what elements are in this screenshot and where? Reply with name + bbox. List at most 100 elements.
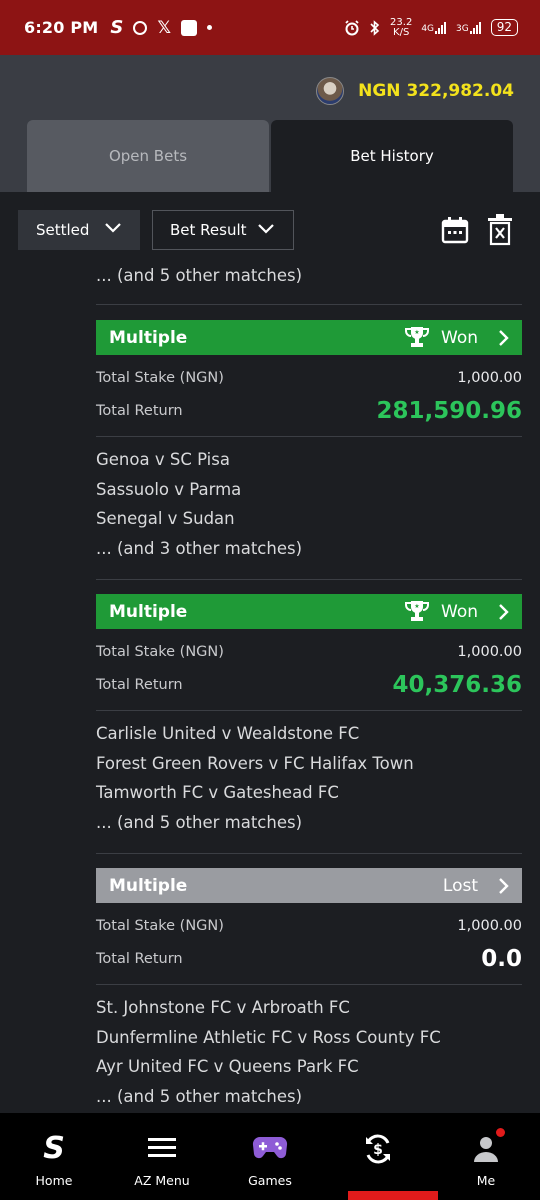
- bet-card[interactable]: Multiple ★ Won Total Stake (NGN) 1,000.0…: [96, 320, 522, 580]
- speed-value: 23.2: [390, 16, 413, 28]
- notification-icons: S 𝕏: [110, 17, 213, 38]
- bet-tabs: Open Bets Bet History: [27, 120, 513, 192]
- bet-banner-won[interactable]: Multiple ★ Won: [96, 320, 522, 355]
- return-label: Total Return: [96, 951, 183, 967]
- match-list: Genoa v SC Pisa Sassuolo v Parma Senegal…: [96, 445, 522, 563]
- list-item: Ayr United FC v Queens Park FC: [96, 1057, 359, 1076]
- return-row: Total Return 40,376.36: [96, 670, 522, 700]
- tab-open-bets[interactable]: Open Bets: [27, 120, 269, 192]
- alarm-icon: [345, 19, 359, 35]
- stake-value: 1,000.00: [457, 644, 522, 660]
- match-list: St. Johnstone FC v Arbroath FC Dunfermli…: [96, 993, 522, 1111]
- avatar[interactable]: [316, 77, 345, 105]
- calendar-icon[interactable]: [441, 216, 469, 244]
- svg-text:S: S: [43, 1131, 65, 1163]
- settled-dropdown-label: Settled: [36, 221, 90, 239]
- list-item: Carlisle United v Wealdstone FC: [96, 724, 360, 743]
- hamburger-menu-icon: [148, 1138, 176, 1157]
- list-item: Dunfermline Athletic FC v Ross County FC: [96, 1027, 441, 1047]
- divider: [96, 579, 522, 580]
- return-label: Total Return: [96, 403, 183, 419]
- bet-type: Multiple: [109, 875, 188, 896]
- x-app-icon: 𝕏: [157, 17, 172, 38]
- match-list: Carlisle United v Wealdstone FC Forest G…: [96, 719, 522, 837]
- chevron-right-icon: [499, 878, 509, 894]
- more-notifications-dot-icon: [207, 25, 213, 30]
- divider: [96, 304, 522, 305]
- app-header: NGN 322,982.04 Open Bets Bet History: [0, 55, 540, 192]
- sportybet-notification-icon: S: [110, 17, 124, 38]
- cashout-icon: $: [366, 1134, 390, 1164]
- delete-icon[interactable]: [487, 214, 513, 246]
- return-value: 40,376.36: [392, 672, 523, 698]
- battery-indicator: 92: [490, 19, 518, 36]
- bet-banner-lost[interactable]: Multiple Lost: [96, 868, 522, 903]
- bet-banner-won[interactable]: Multiple ★ Won: [96, 594, 522, 629]
- bet-result-dropdown[interactable]: Bet Result: [152, 210, 294, 250]
- list-item: St. Johnstone FC v Arbroath FC: [96, 998, 350, 1017]
- bet-history-list[interactable]: ... (and 5 other matches) Multiple ★ Won…: [0, 268, 540, 1113]
- return-row: Total Return 0.0: [96, 944, 522, 974]
- stake-row: Total Stake (NGN) 1,000.00: [96, 368, 522, 388]
- chevron-right-icon: [499, 604, 509, 620]
- bluetooth-icon: [370, 19, 380, 36]
- speed-unit: K/S: [393, 26, 410, 38]
- nav-home-label: Home: [35, 1173, 73, 1188]
- return-value: 0.0: [481, 946, 522, 972]
- return-label: Total Return: [96, 677, 183, 693]
- balance-display: NGN 322,982.04: [316, 77, 514, 105]
- status-bar: 6:20 PM S 𝕏 23.2 K/S 4G 3G 92: [0, 0, 540, 55]
- balance-amount: NGN 322,982.04: [358, 81, 514, 101]
- list-item: Sassuolo v Parma: [96, 479, 242, 499]
- nav-me[interactable]: Me: [432, 1113, 540, 1200]
- bet-result-label: Won: [441, 327, 478, 348]
- signal-4g: 4G: [421, 21, 447, 34]
- divider: [96, 436, 522, 437]
- stake-row: Total Stake (NGN) 1,000.00: [96, 642, 522, 662]
- signal-3g: 3G: [456, 21, 482, 34]
- trophy-icon: ★: [405, 601, 429, 621]
- bet-type: Multiple: [109, 327, 188, 348]
- list-item: Genoa v SC Pisa: [96, 450, 230, 469]
- nav-me-label: Me: [476, 1173, 496, 1188]
- divider: [96, 984, 522, 985]
- bet-result-dropdown-label: Bet Result: [170, 221, 247, 239]
- stake-label: Total Stake (NGN): [96, 370, 224, 386]
- bet-type: Multiple: [109, 601, 188, 622]
- divider: [96, 853, 522, 854]
- gamepad-icon: [252, 1136, 288, 1159]
- nav-cashout[interactable]: $: [324, 1113, 432, 1200]
- nav-az-menu[interactable]: AZ Menu: [108, 1113, 216, 1200]
- square-app-icon: [181, 19, 198, 36]
- svg-text:$: $: [373, 1142, 383, 1158]
- signal-bars-icon: [469, 21, 481, 34]
- chevron-right-icon: [499, 330, 509, 346]
- more-matches: ... (and 5 other matches): [96, 1086, 303, 1106]
- more-matches: ... (and 5 other matches): [96, 812, 303, 832]
- circle-app-icon: [133, 20, 148, 35]
- top-partial-more: ... (and 5 other matches): [96, 268, 303, 285]
- bet-card[interactable]: Multiple ★ Won Total Stake (NGN) 1,000.0…: [96, 594, 522, 854]
- stake-value: 1,000.00: [457, 370, 522, 386]
- stake-label: Total Stake (NGN): [96, 644, 224, 660]
- active-tab-indicator: [348, 1191, 438, 1200]
- network-speed: 23.2 K/S: [390, 16, 413, 38]
- svg-text:★: ★: [414, 329, 419, 336]
- user-icon: [474, 1137, 498, 1162]
- bet-result-label: Won: [441, 601, 478, 622]
- nav-games[interactable]: Games: [216, 1113, 324, 1200]
- bet-result-label: Lost: [442, 875, 478, 896]
- list-item: Tamworth FC v Gateshead FC: [96, 783, 339, 802]
- bottom-nav: S Home AZ Menu Games $ Me: [0, 1113, 540, 1200]
- bet-card[interactable]: Multiple Lost Total Stake (NGN) 1,000.00…: [96, 868, 522, 1111]
- list-item: Senegal v Sudan: [96, 509, 235, 528]
- stake-row: Total Stake (NGN) 1,000.00: [96, 916, 522, 936]
- return-row: Total Return 281,590.96: [96, 396, 522, 426]
- nav-home[interactable]: S Home: [0, 1113, 108, 1200]
- chevron-down-icon: [258, 224, 274, 234]
- stake-value: 1,000.00: [457, 918, 522, 934]
- notification-dot: [496, 1128, 505, 1137]
- tab-bet-history[interactable]: Bet History: [271, 120, 513, 192]
- network-type-1: 4G: [421, 23, 435, 34]
- settled-dropdown[interactable]: Settled: [18, 210, 140, 250]
